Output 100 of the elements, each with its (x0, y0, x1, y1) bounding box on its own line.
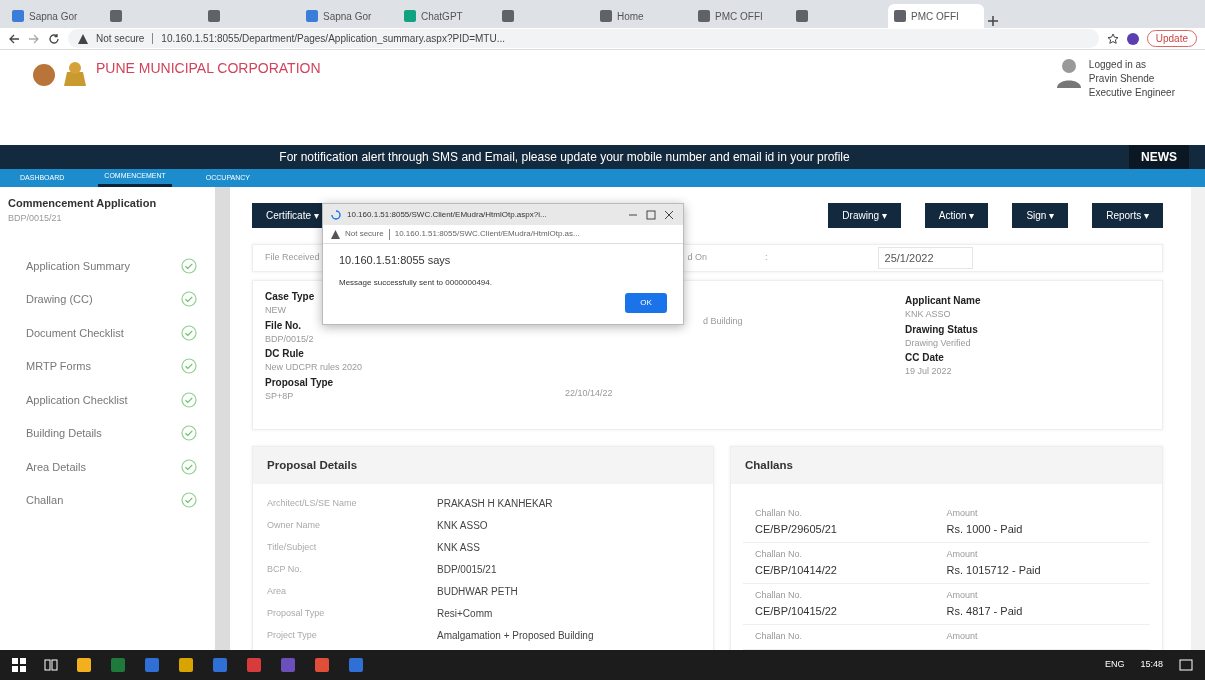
field-label: Amount (946, 630, 979, 644)
sidebar-item[interactable]: Application Checklist (0, 383, 215, 417)
reload-icon[interactable] (48, 32, 60, 45)
dropdown-button[interactable]: Action ▾ (924, 203, 989, 228)
field-label: Applicant Name (905, 294, 981, 308)
maximize-icon[interactable] (645, 209, 657, 220)
separator-text: : (765, 251, 768, 265)
news-label: NEWS (1129, 145, 1189, 169)
field-value: Amalgamation + Proposed Building (437, 628, 594, 643)
field-value: d Building (703, 315, 744, 328)
browser-tab[interactable]: PMC OFFI (888, 4, 984, 28)
browser-tab[interactable]: Home (594, 4, 690, 28)
organization-name: PUNE MUNICIPAL CORPORATION (96, 59, 321, 78)
field-label: BCP No. (267, 562, 303, 576)
field-label: Challan No. (755, 507, 804, 521)
field-label: Case Type (265, 290, 316, 304)
tab-title: Sapna Gor (29, 9, 78, 24)
address-bar[interactable]: Not secure 10.160.1.51:8055/Department/Pages/Application_summary.aspx?PID=MTU... (68, 29, 1099, 48)
user-role: Executive Engineer (1088, 86, 1175, 100)
field-value: 22/10/14/22 (565, 386, 614, 400)
field-label: Challan No. (755, 589, 804, 603)
clock-time[interactable]: 15:48 (1140, 658, 1163, 672)
sidebar-item[interactable]: MRTP Forms (0, 349, 215, 383)
dropdown-button[interactable]: Reports ▾ (1092, 203, 1163, 228)
star-icon[interactable] (1106, 32, 1119, 45)
app-icon[interactable] (314, 657, 330, 673)
browser-tab[interactable]: Sapna Gor (6, 4, 102, 28)
sidebar-item[interactable]: Challan (0, 483, 215, 517)
browser-tab[interactable]: Sapna Gor (300, 4, 396, 28)
application-number: BDP/0015/21 (8, 211, 63, 225)
field-value: BDP/0015/21 (437, 562, 497, 577)
scrollbar[interactable] (1191, 187, 1205, 650)
sidebar-item[interactable]: Application Summary (0, 249, 215, 283)
task-view-icon[interactable] (44, 658, 58, 672)
user-avatar-icon (1056, 58, 1081, 88)
field-label: DC Rule (265, 347, 305, 361)
field-value: CE/BP/10415/22 (755, 603, 838, 619)
field-label: Architect/LS/SE Name (267, 496, 358, 510)
field-label: Area (267, 584, 287, 598)
field-label: Amount (946, 548, 979, 562)
field-value: Rs. 1000 - Paid (946, 521, 1024, 537)
field-value: BDP/0015/2 (265, 332, 315, 346)
field-value: Drawing Verified (905, 336, 972, 350)
ok-button[interactable]: OK (625, 292, 667, 313)
field-value: NEW (265, 304, 287, 317)
warning-icon (78, 33, 88, 44)
field-value: KNK ASS (437, 540, 480, 555)
field-label: Proposal Type (265, 375, 335, 390)
field-value: KNK ASSO (905, 308, 952, 321)
update-button[interactable]: Update (1146, 30, 1197, 47)
close-icon[interactable] (663, 209, 675, 220)
sidebar-title: Commencement Application (8, 196, 158, 211)
field-label: File No. (265, 318, 303, 333)
popup-url-title: 10.160.1.51:8055/SWC.Client/EMudra/HtmlOtp.aspx?i... (347, 208, 548, 221)
sidebar-item[interactable]: Drawing (CC) (0, 282, 215, 316)
loading-icon (331, 209, 341, 220)
app-icon[interactable] (76, 657, 92, 673)
dropdown-button[interactable]: Sign ▾ (1012, 203, 1069, 228)
field-value: PRAKASH H KANHEKAR (437, 496, 553, 511)
profile-icon[interactable] (1126, 32, 1139, 45)
warning-icon (331, 229, 340, 239)
field-value: KNK ASSO (437, 518, 488, 533)
date-field[interactable]: 25/1/2022 (877, 246, 973, 270)
tab-title: Home (617, 9, 644, 24)
field-value: Resi+Comm (437, 606, 493, 621)
tab-title: PMC OFFI (911, 9, 959, 24)
popup-security-label: Not secure (345, 228, 384, 240)
url-text: 10.160.1.51:8055/Department/Pages/Application_summary.aspx?PID=MTU... (161, 32, 505, 46)
field-label: Owner Name (267, 518, 321, 532)
field-label: Challan No. (755, 630, 804, 644)
browser-tab[interactable]: ChatGPT (398, 4, 494, 28)
tab-title: ChatGPT (421, 9, 463, 24)
sidebar-item[interactable]: Area Details (0, 450, 215, 484)
back-icon[interactable] (8, 32, 20, 45)
field-value: 19 Jul 2022 (905, 365, 953, 378)
field-value: SP+8P (265, 389, 295, 403)
app-icon[interactable] (178, 657, 194, 673)
language-indicator[interactable]: ENG (1104, 658, 1125, 672)
sidebar-item[interactable]: Building Details (0, 416, 215, 450)
windows-start-icon[interactable] (12, 658, 26, 672)
sidebar-item[interactable]: Document Checklist (0, 316, 215, 350)
file-received-label: File Received (265, 251, 320, 265)
field-value: CE/BP/10414/22 (755, 562, 838, 578)
dropdown-button[interactable]: Drawing ▾ (828, 203, 901, 228)
field-value: CE/BP/29605/21 (755, 521, 838, 537)
logged-in-label: Logged in as (1088, 58, 1148, 72)
field-label: Drawing Status (905, 322, 979, 337)
browser-tab[interactable]: PMC OFFI (692, 4, 788, 28)
new-tab-icon[interactable] (986, 14, 1000, 28)
card-title: Proposal Details (253, 447, 713, 485)
notification-icon[interactable] (1179, 658, 1193, 672)
field-value: BUDHWAR PETH (437, 584, 518, 599)
date-label: d On (687, 251, 708, 265)
field-label: Title/Subject (267, 540, 318, 554)
user-name: Pravin Shende (1088, 72, 1156, 86)
field-label: Amount (946, 589, 979, 603)
field-label: CC Date (905, 351, 945, 365)
app-icon[interactable] (246, 657, 262, 673)
field-label: Proposal Type (267, 606, 326, 620)
dialog-message: Message successfully sent to 0000000494. (339, 276, 493, 289)
